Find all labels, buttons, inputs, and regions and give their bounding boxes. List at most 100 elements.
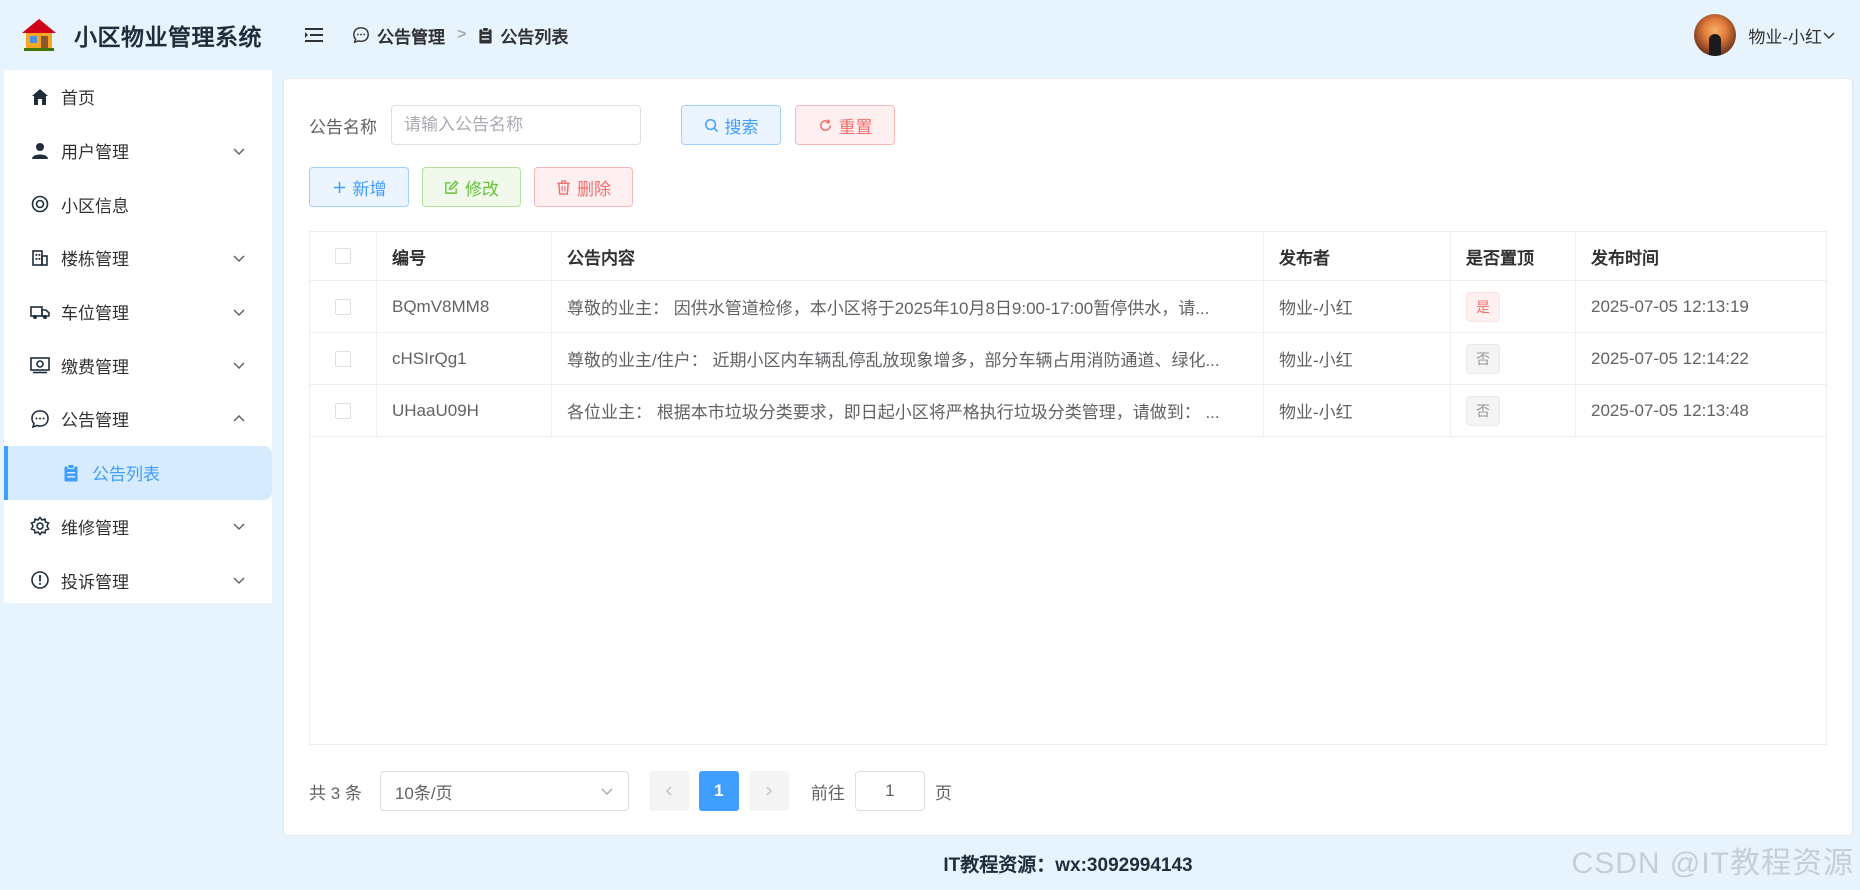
gear-icon [29,515,51,537]
page-number-button[interactable]: 1 [698,771,739,811]
sidebar-item-notice[interactable]: 公告管理 [4,392,272,446]
sidebar-item-payment[interactable]: 缴费管理 [4,338,272,392]
sidebar-item-label: 用户管理 [61,143,129,163]
sidebar-item-label: 投诉管理 [61,572,129,592]
money-icon [29,354,51,376]
chevron-down-icon [233,577,245,585]
user-dropdown[interactable]: 物业-小红 [1694,14,1836,56]
edit-button-label: 修改 [465,179,499,199]
clipboard-icon [60,462,82,484]
top-badge: 否 [1466,343,1500,374]
search-button[interactable]: 搜索 [681,105,781,145]
cell-publisher: 物业-小红 [1264,385,1451,436]
cell-content-wrap: 各位业主： 根据本市垃圾分类要求，即日起小区将严格执行垃圾分类管理，请做到： .… [552,385,1264,436]
table-row[interactable]: UHaaU09H 各位业主： 根据本市垃圾分类要求，即日起小区将严格执行垃圾分类… [310,385,1826,437]
sidebar-item-home[interactable]: 首页 [4,70,272,124]
delete-button[interactable]: 删除 [534,167,633,207]
search-label: 公告名称 [309,117,377,137]
sidebar: 小区物业管理系统 首页 用户管理 小区信息 楼栋管理 车位管理 缴费管理 公告管… [0,0,276,890]
header-top: 是否置顶 [1451,232,1576,280]
sidebar-item-buildings[interactable]: 楼栋管理 [4,231,272,285]
pagination: 共 3 条 10条/页 1 前往 页 [309,771,952,811]
truck-icon [29,301,51,323]
reset-button-label: 重置 [838,117,873,137]
cell-content: 尊敬的业主： 因供水管道检修，本小区将于2025年10月8日9:00-17:00… [567,299,1210,318]
chevron-down-icon [233,362,245,370]
row-checkbox[interactable] [335,350,351,367]
home-icon [29,86,51,108]
cell-id: BQmV8MM8 [377,281,552,332]
next-page-button[interactable] [748,771,789,811]
cell-time: 2025-07-05 12:13:48 [1591,400,1749,420]
menu-fold-icon[interactable] [302,23,326,47]
chevron-down-icon [233,255,245,262]
logo-bar: 小区物业管理系统 [0,0,276,70]
top-badge: 否 [1466,395,1500,426]
chevron-down-icon [233,309,245,316]
edit-button[interactable]: 修改 [422,167,521,207]
chat-icon [29,408,51,430]
chevron-down-icon [233,148,245,155]
chat-icon [353,27,369,44]
action-toolbar: 新增 修改 删除 [309,167,633,207]
notice-name-input[interactable] [391,105,641,145]
cell-top-wrap: 否 [1451,333,1576,384]
header-time: 发布时间 [1591,248,1659,268]
cell-content: 各位业主： 根据本市垃圾分类要求，即日起小区将严格执行垃圾分类管理，请做到： .… [567,403,1220,422]
header-select-cell [310,232,377,280]
cell-id: cHSIrQg1 [377,333,552,384]
add-button-label: 新增 [352,179,387,199]
breadcrumb-separator-icon: > [457,26,467,43]
refresh-icon [819,118,831,131]
chevron-down-icon [233,523,245,531]
sidebar-item-community[interactable]: 小区信息 [4,177,272,231]
sidebar-item-users[interactable]: 用户管理 [4,124,272,178]
pagination-total: 共 3 条 [309,783,362,803]
sidebar-item-label: 公告管理 [61,411,129,431]
page-size-select[interactable]: 10条/页 [379,771,629,811]
breadcrumb-current: 公告列表 [500,27,569,47]
top-badge: 是 [1466,291,1500,322]
sidebar-item-complaint[interactable]: 投诉管理 [4,553,272,607]
watermark: CSDN @IT教程资源 [1571,847,1854,880]
cell-publisher: 物业-小红 [1264,333,1451,384]
app-title: 小区物业管理系统 [74,24,262,50]
chevron-down-icon [601,788,613,796]
avatar[interactable] [1694,14,1737,56]
breadcrumb-parent[interactable]: 公告管理 [377,23,445,48]
sidebar-item-repair[interactable]: 维修管理 [4,500,272,554]
notice-table: 编号 公告内容 发布者 是否置顶 发布时间 BQmV8MM8 尊敬的业主： 因供… [309,231,1827,745]
cell-publisher: 物业-小红 [1264,281,1451,332]
cell-top-wrap: 否 [1451,385,1576,436]
trash-icon [557,179,570,195]
sidebar-item-label: 公告列表 [92,465,160,485]
cell-time: 2025-07-05 12:14:22 [1591,348,1749,368]
top-header: 公告管理 > 公告列表 物业-小红 [276,0,1860,70]
warning-circle-icon [29,569,51,591]
select-all-checkbox[interactable] [335,248,351,264]
row-select-cell [310,333,377,384]
house-logo-icon [22,19,56,51]
row-checkbox[interactable] [335,402,351,419]
side-menu: 首页 用户管理 小区信息 楼栋管理 车位管理 缴费管理 公告管理 公告列表 维修… [4,70,272,603]
row-checkbox[interactable] [335,298,351,315]
reset-button[interactable]: 重置 [795,105,895,145]
cell-time: 2025-07-05 12:13:19 [1591,296,1749,316]
add-button[interactable]: 新增 [309,167,409,207]
cell-content-wrap: 尊敬的业主/住户： 近期小区内车辆乱停乱放现象增多，部分车辆占用消防通道、绿化.… [552,333,1264,384]
footer-text: IT教程资源：wx:3092994143 [943,854,1193,876]
user-name: 物业-小红 [1748,27,1822,47]
cell-content: 尊敬的业主/住户： 近期小区内车辆乱停乱放现象增多，部分车辆占用消防通道、绿化.… [567,351,1220,370]
lifebuoy-icon [29,193,51,215]
goto-suffix: 页 [934,783,952,803]
sidebar-item-notice-list[interactable]: 公告列表 [4,445,272,500]
table-row[interactable]: BQmV8MM8 尊敬的业主： 因供水管道检修，本小区将于2025年10月8日9… [310,281,1826,333]
goto-page-input[interactable] [854,771,925,811]
sidebar-item-label: 首页 [61,89,95,109]
user-icon [29,140,51,162]
search-button-label: 搜索 [724,117,759,137]
sidebar-item-parking[interactable]: 车位管理 [4,285,272,339]
prev-page-button[interactable] [648,771,689,811]
header-id: 编号 [377,232,552,280]
table-row[interactable]: cHSIrQg1 尊敬的业主/住户： 近期小区内车辆乱停乱放现象增多，部分车辆占… [310,333,1826,385]
